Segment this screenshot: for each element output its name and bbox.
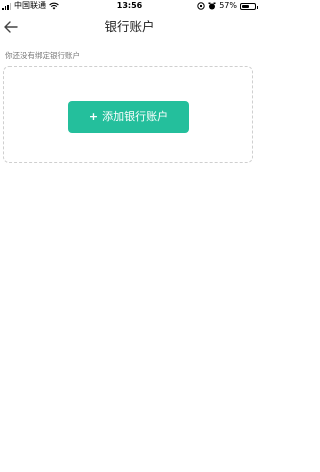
orientation-lock-icon (197, 2, 205, 10)
nav-bar: 银行账户 (0, 12, 259, 42)
battery-percent: 57% (219, 1, 237, 10)
battery-fill (242, 4, 249, 8)
status-right: 57% (197, 0, 258, 12)
plus-icon: + (88, 110, 99, 123)
empty-hint-text: 你还没有绑定银行账户 (5, 51, 80, 60)
status-bar: 中国联通 13:56 57% (0, 0, 259, 12)
battery-icon (240, 2, 258, 10)
bank-account-card: + 添加银行账户 (3, 66, 253, 163)
page-title: 银行账户 (104, 19, 155, 34)
add-bank-account-label: 添加银行账户 (102, 110, 169, 123)
add-bank-account-button[interactable]: + 添加银行账户 (68, 101, 189, 133)
alarm-icon (208, 2, 216, 10)
